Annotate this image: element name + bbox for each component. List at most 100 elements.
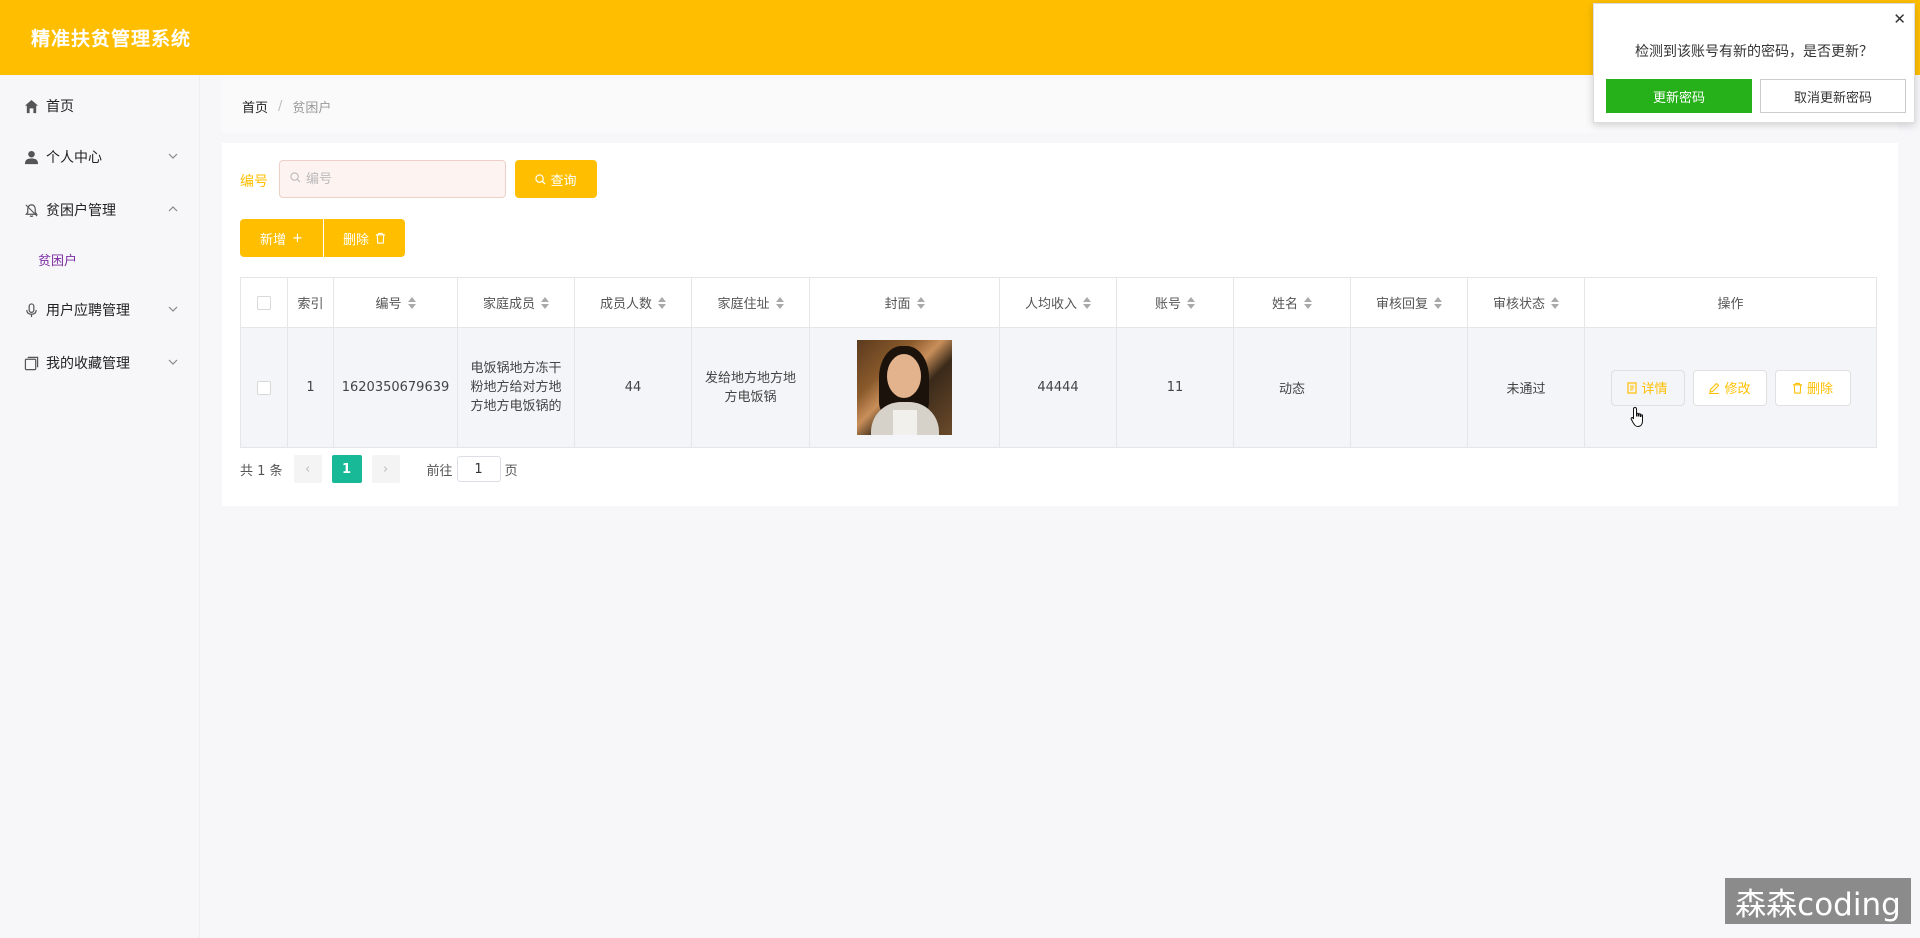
popup-message: 检测到该账号有新的密码，是否更新？: [1635, 44, 1873, 60]
sidebar-subitem-poor-households[interactable]: 贫困户: [38, 250, 77, 269]
page-suffix: 页: [504, 463, 518, 479]
column-header[interactable]: 审核状态: [1468, 278, 1585, 327]
sort-icon[interactable]: [775, 296, 784, 309]
next-page-button[interactable]: ›: [371, 455, 400, 483]
batch-delete-button[interactable]: 删除: [324, 219, 405, 257]
edit-button-label: 修改: [1724, 382, 1751, 397]
add-button-label: 新增: [260, 232, 287, 248]
cell-name: 动态: [1234, 328, 1351, 447]
column-header[interactable]: 封面: [810, 278, 1000, 327]
column-header[interactable]: 家庭住址: [692, 278, 810, 327]
column-header[interactable]: 姓名: [1234, 278, 1351, 327]
sidebar: 首页 个人中心 贫困户管理 贫困户 用户应聘管理 我的收藏管理: [0, 75, 200, 938]
sort-icon[interactable]: [541, 296, 549, 309]
user-icon: [22, 148, 40, 166]
search-label: 编号: [240, 174, 268, 190]
breadcrumb-home[interactable]: 首页: [242, 97, 268, 116]
watermark: 森森coding: [1725, 878, 1911, 924]
sidebar-item-home[interactable]: 首页: [0, 81, 200, 131]
hand-cursor-icon: [1630, 406, 1643, 428]
edit-icon: [1708, 382, 1720, 394]
delete-button-label: 删除: [1806, 382, 1833, 397]
pagination: 共 1 条 ‹ 1 › 前往 页: [240, 455, 518, 483]
chevron-up-icon: [168, 206, 178, 212]
detail-button-label: 详情: [1641, 382, 1668, 397]
sort-icon[interactable]: [1551, 296, 1559, 309]
trash-icon: [375, 232, 386, 244]
cell-members: 电饭锅地方冻干粉地方给对方地方地方电饭锅的: [458, 328, 575, 447]
page-number-button[interactable]: 1: [331, 455, 362, 483]
breadcrumb-current: 贫困户: [292, 100, 332, 116]
cell-actions: 详情 修改 删除: [1585, 328, 1876, 447]
collection-icon: [22, 354, 40, 372]
search-input-wrapper[interactable]: [279, 160, 506, 198]
pagination-total: 共 1 条: [240, 463, 283, 479]
delete-button-label: 删除: [342, 232, 369, 248]
query-button-label: 查询: [550, 173, 577, 189]
sidebar-item-label: 个人中心: [46, 150, 102, 166]
mic-icon: [22, 301, 40, 319]
column-header[interactable]: 编号: [334, 278, 458, 327]
main-content: 首页 / 贫困户 编号 查询 新增 + 删除: [200, 75, 1920, 938]
app-title: 精准扶贫管理系统: [31, 28, 192, 50]
sort-icon[interactable]: [1083, 296, 1091, 309]
sidebar-item-label: 贫困户管理: [46, 203, 116, 219]
sort-icon[interactable]: [1434, 296, 1442, 309]
search-input[interactable]: [306, 171, 486, 187]
goto-page-input[interactable]: [456, 456, 501, 482]
plus-icon: +: [292, 230, 303, 246]
cell-review-status: 未通过: [1468, 328, 1585, 447]
cell-address: 发给地方地方地方电饭锅: [692, 328, 810, 447]
column-header[interactable]: 成员人数: [575, 278, 692, 327]
column-header[interactable]: 人均收入: [1000, 278, 1117, 327]
add-button[interactable]: 新增 +: [240, 219, 323, 257]
cell-member-count: 44: [575, 328, 692, 447]
sidebar-item-my-collections-management[interactable]: 我的收藏管理: [0, 338, 200, 388]
cell-account: 11: [1117, 328, 1234, 447]
password-update-popup: ✕ 检测到该账号有新的密码，是否更新？ 更新密码 取消更新密码: [1593, 3, 1915, 123]
sidebar-item-job-applications-management[interactable]: 用户应聘管理: [0, 285, 200, 335]
query-button[interactable]: 查询: [515, 160, 597, 198]
cell-review-reply: [1351, 328, 1468, 447]
prev-page-button[interactable]: ‹: [293, 455, 322, 483]
chevron-down-icon: [168, 306, 178, 312]
close-icon[interactable]: ✕: [1893, 10, 1906, 28]
detail-button[interactable]: 详情: [1610, 369, 1685, 406]
row-delete-button[interactable]: 删除: [1774, 369, 1851, 406]
goto-label: 前往: [426, 463, 453, 479]
sidebar-item-label: 我的收藏管理: [46, 356, 130, 372]
row-checkbox[interactable]: [257, 380, 271, 395]
sidebar-item-label: 首页: [46, 99, 74, 115]
cancel-update-password-button[interactable]: 取消更新密码: [1760, 79, 1906, 113]
column-header: 索引: [288, 278, 334, 327]
table-header: 索引 编号 家庭成员 成员人数 家庭住址 封面 人均收入 账号 姓名 审核回复 …: [241, 278, 1876, 328]
chevron-down-icon: [168, 153, 178, 159]
update-password-button[interactable]: 更新密码: [1606, 79, 1752, 113]
chevron-down-icon: [168, 359, 178, 365]
sort-icon[interactable]: [1304, 296, 1312, 309]
cell-index: 1: [288, 328, 334, 447]
cover-image[interactable]: [857, 340, 952, 435]
select-all-checkbox[interactable]: [257, 295, 271, 310]
column-header[interactable]: 家庭成员: [458, 278, 575, 327]
home-icon: [22, 97, 40, 115]
sidebar-item-label: 用户应聘管理: [46, 303, 130, 319]
content-panel: 编号 查询 新增 + 删除 索引: [222, 143, 1898, 506]
cell-cover: [810, 328, 1000, 447]
cell-income: 44444: [1000, 328, 1117, 447]
column-header: 操作: [1717, 297, 1744, 312]
sidebar-item-poor-households-management[interactable]: 贫困户管理: [0, 185, 200, 235]
sort-icon[interactable]: [916, 296, 925, 309]
sort-icon[interactable]: [658, 296, 666, 309]
sidebar-item-personal-center[interactable]: 个人中心: [0, 132, 200, 182]
edit-button[interactable]: 修改: [1692, 369, 1767, 406]
column-header[interactable]: 审核回复: [1351, 278, 1468, 327]
column-header[interactable]: 账号: [1117, 278, 1234, 327]
row-select: [241, 328, 288, 447]
document-icon: [1627, 381, 1638, 394]
sort-icon[interactable]: [407, 296, 416, 309]
search-icon: [535, 173, 546, 185]
sort-icon[interactable]: [1187, 296, 1195, 309]
search-icon: [290, 171, 301, 187]
cell-code: 1620350679639: [334, 328, 458, 447]
